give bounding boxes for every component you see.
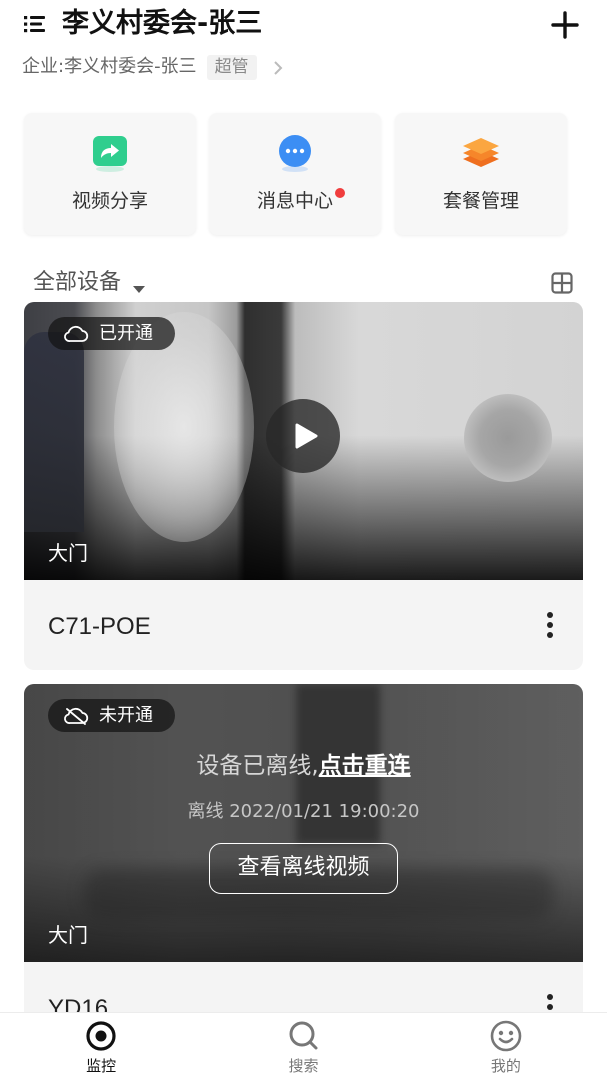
share-icon [90,135,130,173]
caret-down-icon [133,279,146,293]
offline-timestamp: 离线 2022/01/21 19:00:20 [24,800,583,824]
quick-action-message-center[interactable]: 消息中心 [209,113,381,235]
quick-action-label-row: 视频分享 [24,189,196,214]
cloud-off-icon [63,707,89,725]
eye-icon [85,1020,117,1052]
quick-action-label-row: 套餐管理 [395,189,567,214]
unread-dot [335,188,345,198]
org-label: 企业:李义村委会-张三 [22,56,197,77]
camera-snapshot: 未开通 设备已离线,点击重连 离线 2022/01/21 19:00:20 查看… [24,684,583,962]
device-name: C71-POE [48,613,151,640]
quick-action-label: 套餐管理 [442,190,519,212]
offline-message: 设备已离线,点击重连 [24,750,583,782]
offline-message-text: 设备已离线, [196,753,319,779]
camera-snapshot[interactable]: 已开通 大门 [24,302,583,580]
offline-label: 离线 [187,801,224,822]
device-filter-dropdown[interactable]: 全部设备 [33,269,146,297]
channel-name: 大门 [48,541,88,565]
bottom-nav: 监控 搜索 我的 [0,1012,607,1080]
role-badge: 超管 [206,54,257,80]
nav-item-mine[interactable]: 我的 [405,1013,607,1080]
nav-item-monitor[interactable]: 监控 [0,1013,202,1080]
cloud-status-text: 未开通 [99,705,153,726]
page-title: 李义村委会-张三 [62,8,263,39]
channel-name: 大门 [48,923,88,947]
org-switcher[interactable]: 企业:李义村委会-张三 超管 [22,53,283,81]
play-button[interactable] [266,399,340,473]
plus-icon[interactable] [551,11,579,39]
chevron-right-icon [273,60,283,75]
more-vertical-icon[interactable] [546,611,554,639]
cloud-status-badge: 未开通 [48,699,175,732]
quick-action-video-share[interactable]: 视频分享 [24,113,196,235]
quick-action-label: 消息中心 [256,190,333,212]
cloud-status-badge: 已开通 [48,317,175,350]
message-icon [275,135,315,173]
layers-icon [461,135,501,173]
search-icon [287,1020,319,1052]
cloud-status-text: 已开通 [99,323,153,344]
reconnect-link[interactable]: 点击重连 [319,753,411,779]
cloud-icon [63,325,89,343]
quick-action-label: 视频分享 [71,190,148,212]
quick-action-label-wrap: 消息中心 [256,188,345,213]
play-icon [295,423,317,449]
nav-label: 搜索 [288,1057,319,1075]
list-icon[interactable] [24,15,46,33]
view-offline-video-button[interactable]: 查看离线视频 [209,843,398,894]
grid-icon[interactable] [551,272,573,294]
nav-label: 我的 [490,1057,521,1075]
snapshot-shape [24,332,84,532]
nav-label: 监控 [86,1057,117,1075]
device-filter-label: 全部设备 [33,270,122,295]
quick-action-label-row: 消息中心 [209,188,381,214]
device-footer: C71-POE [24,580,583,670]
nav-item-search[interactable]: 搜索 [202,1013,404,1080]
snapshot-shape [464,394,552,482]
quick-action-plan-management[interactable]: 套餐管理 [395,113,567,235]
offline-time: 2022/01/21 19:00:20 [229,801,420,822]
smile-icon [490,1020,522,1052]
device-card[interactable]: 已开通 大门 C71-POE [24,302,583,670]
